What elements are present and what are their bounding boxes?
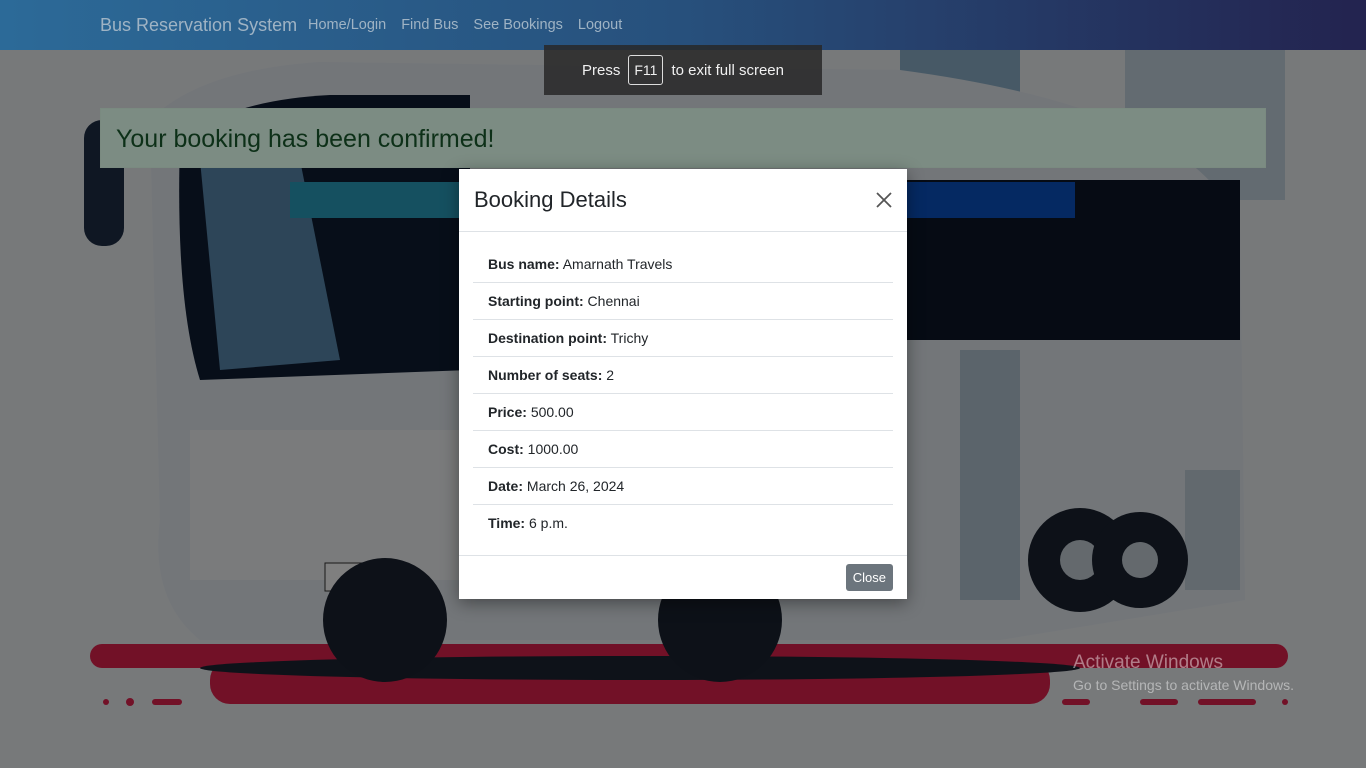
fullscreen-toast: Press F11 to exit full screen bbox=[544, 45, 822, 95]
modal-title: Booking Details bbox=[474, 187, 627, 212]
close-icon[interactable] bbox=[873, 189, 895, 211]
detail-label: Date: bbox=[488, 478, 524, 494]
detail-date: Date: March 26, 2024 bbox=[473, 468, 893, 505]
nav-link-see-bookings[interactable]: See Bookings bbox=[473, 17, 562, 33]
close-button[interactable]: Close bbox=[845, 564, 893, 591]
detail-cost: Cost: 1000.00 bbox=[473, 431, 893, 468]
booking-details-list: Bus name: Amarnath Travels Starting poin… bbox=[473, 246, 893, 541]
detail-value: Trichy bbox=[610, 330, 649, 346]
navbar: Bus Reservation System Home/Login Find B… bbox=[0, 0, 1366, 50]
detail-value: March 26, 2024 bbox=[526, 478, 625, 494]
alert-message: Your booking has been confirmed! bbox=[116, 125, 495, 153]
detail-label: Bus name: bbox=[488, 256, 560, 272]
detail-value: 2 bbox=[606, 367, 615, 383]
nav-link-logout[interactable]: Logout bbox=[578, 17, 622, 33]
detail-time: Time: 6 p.m. bbox=[473, 505, 893, 541]
detail-bus-name: Bus name: Amarnath Travels bbox=[473, 246, 893, 283]
modal-body: Bus name: Amarnath Travels Starting poin… bbox=[459, 232, 907, 541]
watermark-title: Activate Windows bbox=[1073, 652, 1223, 673]
f11-key: F11 bbox=[628, 55, 664, 85]
detail-number-of-seats: Number of seats: 2 bbox=[473, 357, 893, 394]
modal-header: Booking Details bbox=[459, 169, 907, 232]
detail-destination-point: Destination point: Trichy bbox=[473, 320, 893, 357]
toast-press-text: Press bbox=[582, 61, 621, 79]
detail-label: Time: bbox=[488, 515, 526, 531]
confirmation-alert: Your booking has been confirmed! bbox=[100, 108, 1266, 168]
watermark-subtitle: Go to Settings to activate Windows. bbox=[1073, 677, 1294, 693]
nav-link-find-bus[interactable]: Find Bus bbox=[401, 17, 458, 33]
detail-value: 6 p.m. bbox=[528, 515, 568, 531]
modal-footer: Close bbox=[459, 555, 907, 600]
brand-title[interactable]: Bus Reservation System bbox=[100, 15, 297, 36]
detail-price: Price: 500.00 bbox=[473, 394, 893, 431]
detail-label: Number of seats: bbox=[488, 367, 603, 383]
detail-value: 1000.00 bbox=[527, 441, 579, 457]
detail-value: 500.00 bbox=[530, 404, 574, 420]
detail-starting-point: Starting point: Chennai bbox=[473, 283, 893, 320]
detail-value: Chennai bbox=[587, 293, 640, 309]
detail-label: Cost: bbox=[488, 441, 524, 457]
windows-activation-watermark: Activate Windows Go to Settings to activ… bbox=[1073, 652, 1294, 693]
booking-details-modal: Booking Details Bus name: Amarnath Trave… bbox=[459, 169, 907, 599]
toast-suffix-text: to exit full screen bbox=[671, 61, 784, 79]
detail-label: Starting point: bbox=[488, 293, 584, 309]
nav-link-home-login[interactable]: Home/Login bbox=[308, 17, 386, 33]
detail-label: Price: bbox=[488, 404, 527, 420]
detail-label: Destination point: bbox=[488, 330, 607, 346]
nav-links: Home/Login Find Bus See Bookings Logout bbox=[308, 17, 622, 33]
detail-value: Amarnath Travels bbox=[562, 256, 673, 272]
